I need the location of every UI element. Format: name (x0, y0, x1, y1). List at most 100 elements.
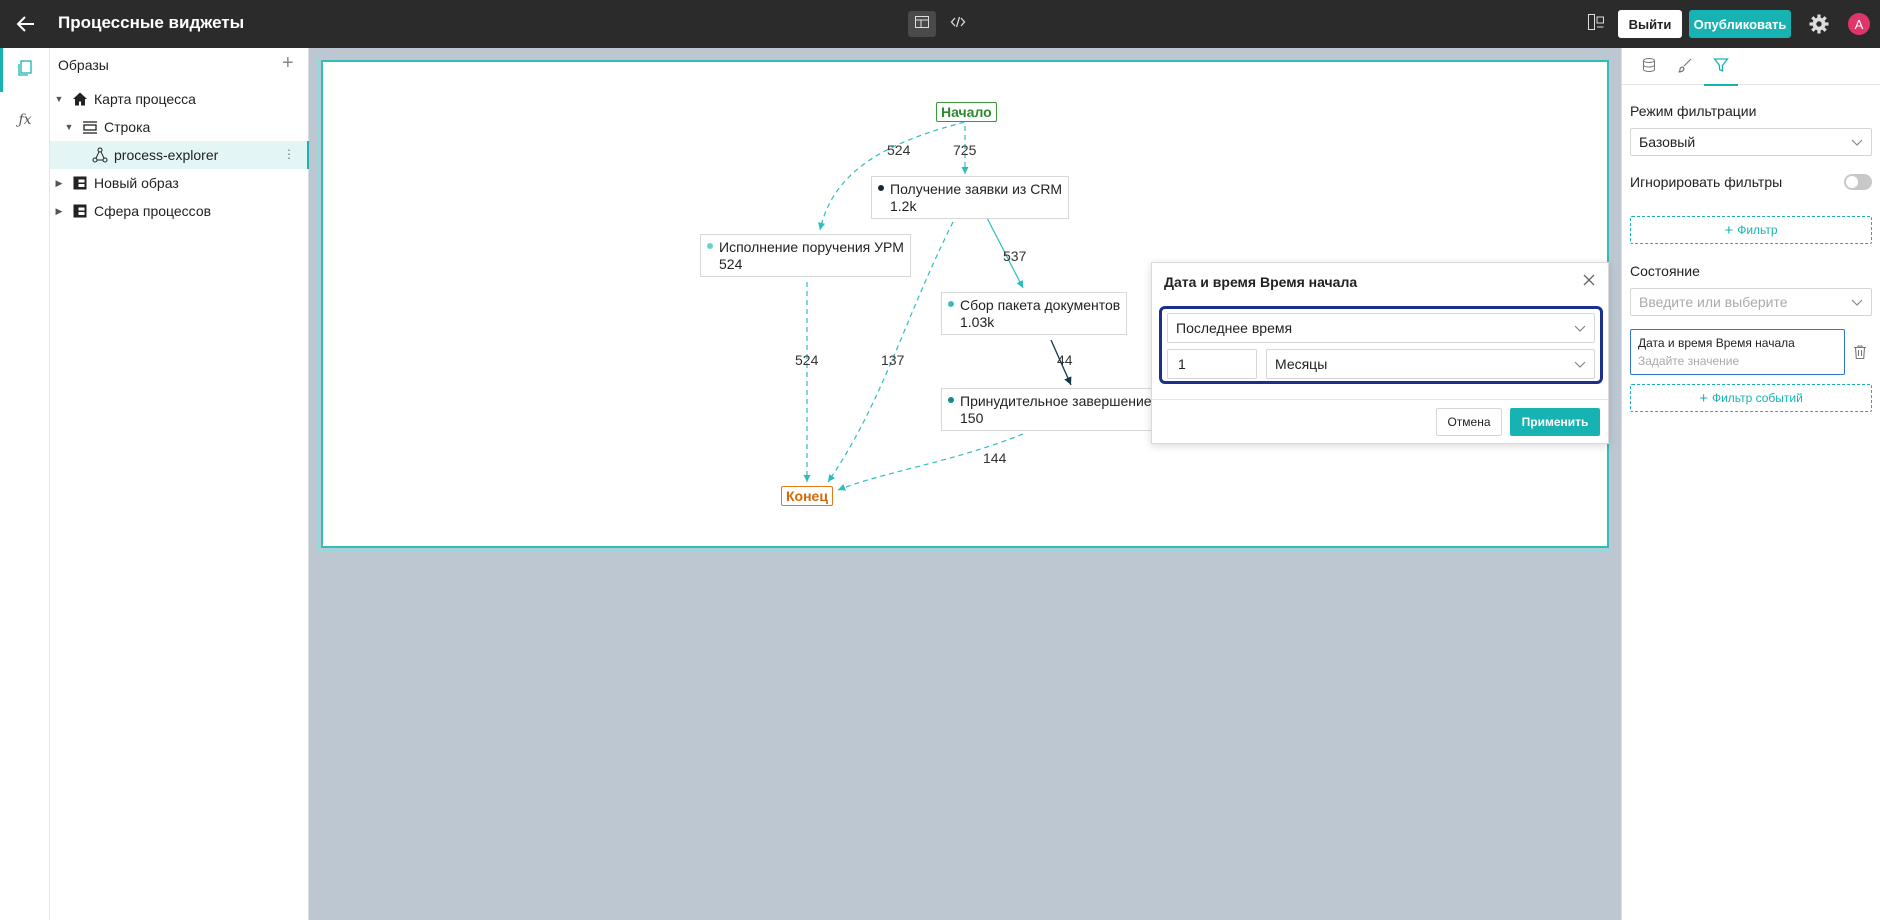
chevron-down-icon (1574, 325, 1586, 332)
cancel-button[interactable]: Отмена (1436, 408, 1502, 436)
node-crm-request[interactable]: Получение заявки из CRM 1.2k (871, 176, 1070, 219)
apply-button[interactable]: Применить (1510, 408, 1600, 436)
caret-right-icon[interactable]: ▶ (54, 178, 64, 189)
state-select-placeholder: Введите или выберите (1639, 294, 1788, 310)
exit-button[interactable]: Выйти (1618, 10, 1682, 38)
images-tree-panel: Образы + ▼ Карта процесса ▼ Строка proce… (50, 48, 309, 920)
node-dot (707, 243, 713, 250)
table-icon (72, 175, 88, 191)
amount-input[interactable]: 1 (1167, 349, 1257, 379)
ignore-filters-toggle[interactable] (1844, 174, 1872, 190)
properties-panel: Режим фильтрации Базовый Игнорировать фи… (1621, 48, 1880, 920)
tab-style[interactable] (1672, 54, 1698, 80)
rail-formula-button[interactable]: ƒx (0, 98, 50, 142)
node-name: Исполнение поручения УРМ (719, 239, 904, 255)
node-name: Принудительное завершение (960, 393, 1152, 409)
avatar[interactable]: A (1848, 13, 1870, 35)
code-mode-button[interactable] (944, 11, 972, 37)
period-select[interactable]: Последнее время (1167, 313, 1595, 343)
layout-icon (1587, 13, 1605, 36)
layout-grid-icon (914, 14, 930, 35)
edge-label: 137 (881, 352, 905, 368)
tab-data[interactable] (1636, 54, 1662, 80)
filter-mode-select[interactable]: Базовый (1630, 128, 1872, 156)
filter-mode-label: Режим фильтрации (1630, 103, 1757, 119)
add-filter-label: Фильтр (1737, 223, 1778, 237)
node-name: Получение заявки из CRM (890, 181, 1063, 197)
close-icon[interactable] (1580, 271, 1598, 289)
tree-item-label: Сфера процессов (94, 203, 212, 219)
home-icon (72, 91, 88, 107)
tree-item-process-sphere[interactable]: ▶ Сфера процессов (50, 197, 309, 225)
caret-right-icon[interactable]: ▶ (54, 206, 64, 217)
chevron-down-icon (1851, 139, 1863, 146)
tree-item-label: process-explorer (114, 147, 219, 163)
publish-button[interactable]: Опубликовать (1689, 10, 1791, 38)
node-dot (948, 301, 954, 308)
database-icon (1641, 57, 1657, 78)
tree-item-label: Строка (104, 119, 151, 135)
back-arrow-icon[interactable] (14, 12, 38, 36)
tree-header: Образы (58, 57, 109, 73)
add-filter-button[interactable]: + Фильтр (1630, 216, 1872, 244)
state-select[interactable]: Введите или выберите (1630, 288, 1872, 316)
tree-item-label: Карта процесса (94, 91, 196, 107)
layout-toggle-button[interactable] (1584, 11, 1608, 37)
table-icon (72, 203, 88, 219)
rail-pages-button[interactable] (0, 48, 50, 92)
unit-select[interactable]: Месяцы (1266, 349, 1595, 379)
filter-card-title: Дата и время Время начала (1638, 336, 1795, 350)
design-mode-button[interactable] (908, 11, 936, 37)
popover-title: Дата и время Время начала (1164, 274, 1358, 290)
row-icon (82, 119, 98, 135)
start-node[interactable]: Начало (936, 102, 997, 122)
canvas-area: Начало 524 725 Получение заявки из CRM 1… (309, 48, 1621, 920)
caret-down-icon[interactable]: ▼ (64, 122, 74, 132)
top-bar: Процессные виджеты Выйти Опубликовать A (0, 0, 1880, 48)
gear-icon[interactable] (1807, 12, 1831, 36)
edge-label: 537 (1003, 248, 1027, 264)
brush-icon (1677, 57, 1693, 78)
node-count: 1.2k (890, 198, 917, 214)
tree-item-row[interactable]: ▼ Строка (50, 113, 309, 141)
node-name: Сбор пакета документов (960, 297, 1121, 313)
code-icon (950, 14, 966, 35)
tree-item-label: Новый образ (94, 175, 179, 191)
chevron-down-icon (1574, 361, 1586, 368)
node-dot (948, 397, 954, 404)
chevron-down-icon (1851, 299, 1863, 306)
tree-item-process-map[interactable]: ▼ Карта процесса (50, 85, 309, 113)
plus-icon: + (1699, 389, 1708, 407)
add-event-filter-label: Фильтр событий (1711, 391, 1803, 405)
left-rail: ƒx (0, 48, 50, 920)
filter-mode-value: Базовый (1639, 134, 1696, 150)
divider (1152, 399, 1608, 400)
pages-icon (16, 59, 34, 82)
plus-icon: + (1724, 221, 1734, 239)
date-filter-popover: Дата и время Время начала Последнее врем… (1151, 262, 1609, 444)
period-select-value: Последнее время (1176, 320, 1293, 336)
tree-item-new-image[interactable]: ▶ Новый образ (50, 169, 309, 197)
app-title: Процессные виджеты (58, 13, 245, 32)
filter-card-value: Задайте значение (1638, 354, 1740, 368)
edge-label: 524 (795, 352, 819, 368)
edge-label: 725 (953, 142, 977, 158)
more-vertical-icon[interactable]: ⋮ (283, 147, 295, 161)
node-urm-execution[interactable]: Исполнение поручения УРМ 524 (700, 234, 911, 277)
process-graph-icon (92, 147, 108, 163)
add-event-filter-button[interactable]: + Фильтр событий (1630, 384, 1872, 412)
node-forced-completion[interactable]: Принудительное завершение 150 (941, 388, 1159, 431)
edge-label: 524 (887, 142, 911, 158)
add-icon[interactable]: + (282, 53, 294, 73)
edge-label: 144 (983, 450, 1007, 466)
filter-value-group: Последнее время 1 Месяцы (1159, 306, 1603, 384)
node-count: 150 (960, 410, 984, 426)
tree-item-process-explorer[interactable]: process-explorer ⋮ (50, 141, 309, 169)
caret-down-icon[interactable]: ▼ (54, 94, 64, 104)
tab-filters[interactable] (1704, 54, 1738, 86)
end-node[interactable]: Конец (781, 486, 833, 506)
node-docs-collection[interactable]: Сбор пакета документов 1.03k (941, 292, 1128, 335)
filter-icon (1713, 57, 1729, 78)
trash-icon[interactable] (1853, 344, 1867, 360)
date-filter-card[interactable]: Дата и время Время начала Задайте значен… (1630, 329, 1845, 375)
